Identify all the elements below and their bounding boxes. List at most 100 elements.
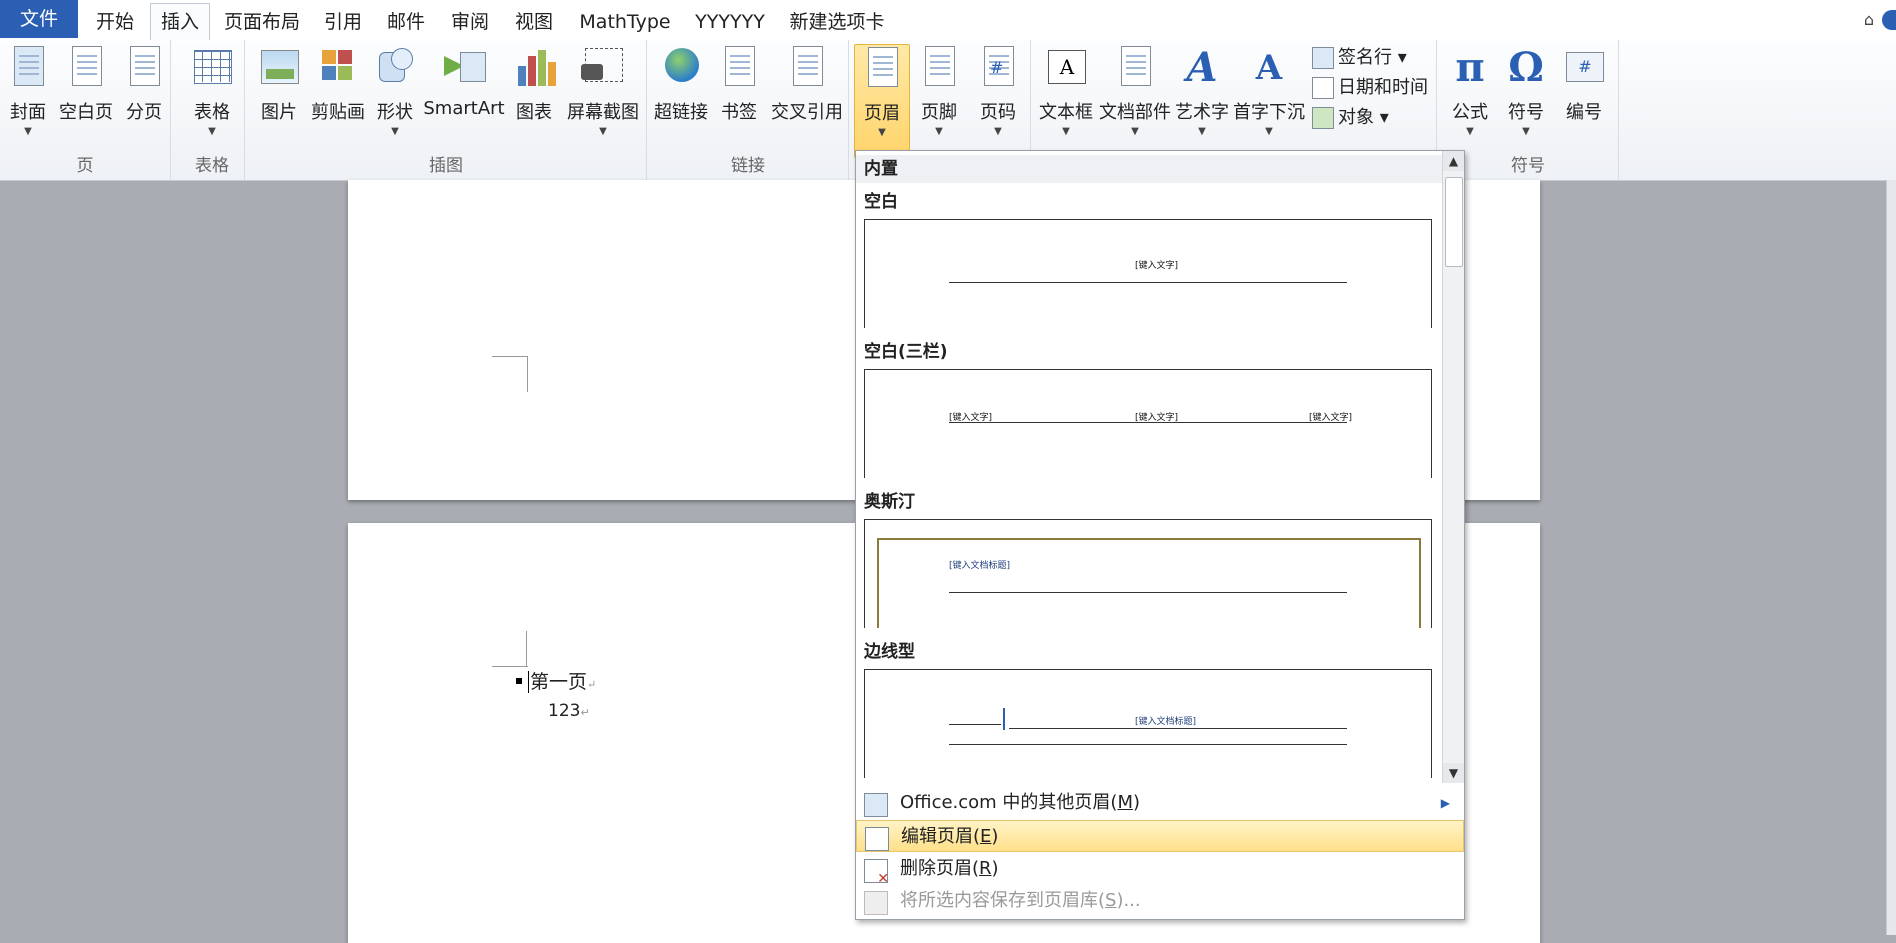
footer-icon — [917, 46, 961, 90]
group-links: 超链接 书签 交叉引用 链接 — [648, 40, 849, 180]
header-rule — [1009, 728, 1347, 729]
text-box-button[interactable]: A 文本框 ▼ — [1036, 44, 1096, 156]
header-option-sideline[interactable]: [键入文档标题] — [864, 669, 1432, 778]
header-rule — [949, 724, 1001, 725]
screenshot-icon — [581, 46, 625, 90]
table-icon — [190, 46, 234, 90]
group-tables: 表格 ▼ 表格 — [180, 40, 245, 180]
shapes-button[interactable]: 形状 ▼ — [370, 44, 420, 156]
section-builtin: 内置 — [856, 155, 1442, 183]
minimize-ribbon-icon[interactable]: ⌂ — [1864, 10, 1874, 29]
screenshot-button[interactable]: 屏幕截图 ▼ — [562, 44, 644, 156]
blank-page-icon — [64, 46, 108, 90]
equation-button[interactable]: π 公式 ▼ — [1444, 44, 1496, 156]
drop-cap-icon: A — [1255, 48, 1283, 88]
date-time-button[interactable]: 日期和时间 — [1312, 74, 1428, 102]
picture-button[interactable]: 图片 — [254, 44, 304, 156]
page-number-icon: # — [976, 46, 1020, 90]
header-option-blank-three-column[interactable]: [键入文字] [键入文字] [键入文字] — [864, 369, 1432, 478]
number-button[interactable]: # 编号 — [1556, 44, 1612, 156]
menu-more-headers-office[interactable]: Office.com 中的其他页眉(M) ▶ — [856, 787, 1464, 819]
cover-icon — [6, 46, 50, 90]
header-rule — [949, 592, 1347, 593]
menu-remove-header[interactable]: ✕ 删除页眉(R) — [856, 853, 1464, 886]
signature-line-icon — [1312, 47, 1334, 69]
object-button[interactable]: 对象 ▾ — [1312, 104, 1389, 132]
tab-new-tab[interactable]: 新建选项卡 — [782, 7, 892, 37]
tab-mathtype[interactable]: MathType — [572, 7, 678, 37]
header-button[interactable]: 页眉 ▼ — [854, 44, 910, 158]
scroll-down-arrow-icon[interactable]: ▼ — [1443, 763, 1464, 783]
tab-view[interactable]: 视图 — [508, 7, 560, 37]
group-label-pages: 页 — [76, 156, 94, 176]
group-label-illustrations: 插图 — [429, 156, 463, 176]
pi-icon: π — [1455, 44, 1485, 91]
menu-edit-header[interactable]: 编辑页眉(E) — [856, 820, 1464, 852]
tab-file[interactable]: 文件 — [0, 0, 78, 38]
clip-art-icon — [316, 46, 360, 90]
cover-button[interactable]: 封面 ▼ — [2, 44, 54, 156]
header-option-blank[interactable]: [键入文字] — [864, 219, 1432, 328]
scroll-up-arrow-icon[interactable]: ▲ — [1443, 151, 1464, 171]
gallery-item-title: 边线型 — [864, 642, 915, 662]
omega-icon: Ω — [1508, 44, 1544, 91]
scrollbar-thumb[interactable] — [1445, 177, 1463, 267]
margin-corner-mark — [492, 356, 528, 357]
gallery-item-title: 空白 — [864, 192, 898, 212]
help-icon[interactable] — [1882, 10, 1896, 30]
sideline-bar — [1003, 708, 1005, 730]
header-rule — [949, 422, 1347, 423]
tab-mailings[interactable]: 邮件 — [380, 7, 432, 37]
tab-insert[interactable]: 插入 — [150, 3, 210, 40]
quick-parts-button[interactable]: 文档部件 ▼ — [1098, 44, 1172, 156]
drop-cap-button[interactable]: A 首字下沉 ▼ — [1232, 44, 1306, 156]
signature-line-button[interactable]: 签名行 ▾ — [1312, 44, 1407, 72]
menu-save-to-gallery[interactable]: 将所选内容保存到页眉库(S)... — [856, 885, 1464, 917]
clip-art-button[interactable]: 剪贴画 — [308, 44, 368, 156]
wordart-button[interactable]: A 艺术字 ▼ — [1174, 44, 1230, 156]
header-rule — [949, 744, 1347, 745]
tab-references[interactable]: 引用 — [318, 7, 368, 37]
header-option-austin[interactable]: [键入文档标题] — [864, 519, 1432, 628]
tab-home[interactable]: 开始 — [90, 7, 140, 37]
gallery-item-title: 奥斯汀 — [864, 492, 915, 512]
hyperlink-icon — [659, 46, 703, 90]
group-label-tables: 表格 — [195, 156, 229, 176]
object-icon — [1312, 107, 1334, 129]
cross-reference-button[interactable]: 交叉引用 — [768, 44, 846, 156]
smartart-icon — [442, 46, 486, 90]
header-gallery-dropdown: 内置 空白 [键入文字] 空白(三栏) [键入文字] [键入文字] [键入文字]… — [855, 150, 1465, 920]
footer-button[interactable]: 页脚 ▼ — [912, 44, 966, 156]
picture-icon — [257, 46, 301, 90]
document-line-2: 123↵ — [548, 701, 590, 721]
placeholder-text: [键入文档标题] — [949, 561, 1011, 571]
tab-page-layout[interactable]: 页面布局 — [220, 7, 304, 37]
margin-corner-mark — [526, 631, 527, 667]
page-break-button[interactable]: 分页 — [118, 44, 170, 156]
margin-corner-mark — [527, 356, 528, 392]
bookmark-button[interactable]: 书签 — [714, 44, 764, 156]
page-number-button[interactable]: # 页码 ▼ — [970, 44, 1026, 156]
shapes-icon — [373, 46, 417, 90]
blank-page-button[interactable]: 空白页 — [56, 44, 116, 156]
document-scrollbar[interactable] — [1886, 180, 1896, 935]
gallery-scrollbar[interactable]: ▲ ▼ — [1442, 151, 1464, 783]
text-box-icon: A — [1044, 46, 1088, 90]
hyperlink-button[interactable]: 超链接 — [652, 44, 710, 156]
chart-button[interactable]: 图表 — [508, 44, 560, 156]
quick-parts-icon — [1113, 46, 1157, 90]
calendar-icon — [1312, 77, 1334, 99]
smartart-button[interactable]: SmartArt — [422, 44, 506, 156]
table-button[interactable]: 表格 ▼ — [186, 44, 238, 156]
tab-review[interactable]: 审阅 — [444, 7, 496, 37]
tab-yyyyyy[interactable]: YYYYYY — [690, 7, 770, 37]
group-illustrations: 图片 剪贴画 形状 ▼ SmartArt 图表 屏幕截图 ▼ 插图 — [246, 40, 647, 180]
cross-reference-icon — [785, 46, 829, 90]
number-icon: # — [1562, 46, 1606, 90]
symbol-button[interactable]: Ω 符号 ▼ — [1500, 44, 1552, 156]
ribbon-tab-bar: 文件 开始 插入 页面布局 引用 邮件 审阅 视图 MathType YYYYY… — [0, 0, 1896, 41]
save-to-gallery-icon — [864, 891, 888, 915]
group-symbols: π 公式 ▼ Ω 符号 ▼ # 编号 符号 — [1438, 40, 1619, 180]
office-com-icon — [864, 793, 888, 817]
austin-border — [877, 538, 1421, 628]
